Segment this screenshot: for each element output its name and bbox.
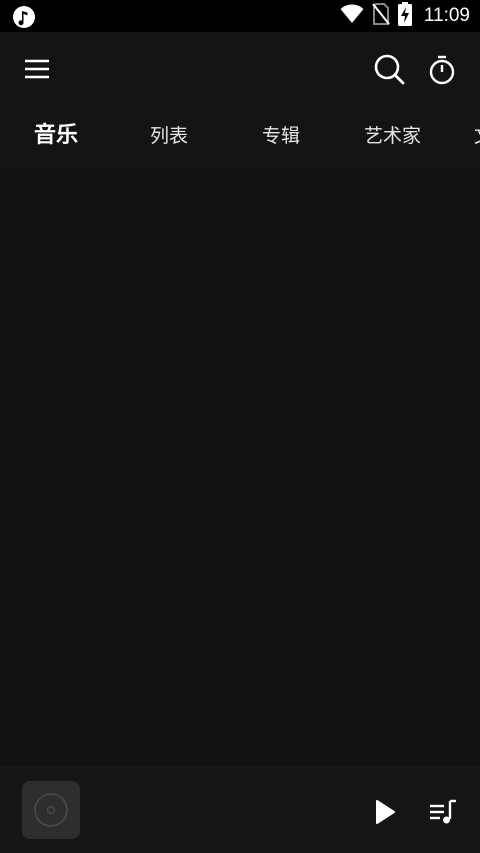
tab-albums[interactable]: 专辑 — [262, 108, 300, 168]
timer-icon[interactable] — [426, 53, 460, 87]
search-icon[interactable] — [372, 52, 406, 86]
top-app-bar — [0, 32, 480, 108]
music-note-icon — [13, 6, 35, 28]
album-art-icon[interactable] — [22, 781, 80, 839]
menu-icon[interactable] — [22, 54, 52, 84]
tab-playlists[interactable]: 列表 — [150, 108, 188, 168]
play-icon[interactable] — [370, 797, 400, 827]
no-sim-icon — [372, 3, 390, 29]
queue-icon[interactable] — [428, 797, 458, 827]
tab-music[interactable]: 音乐 — [34, 108, 78, 168]
category-tabs: 音乐 列表 专辑 艺术家 文 — [0, 108, 480, 168]
status-time: 11:09 — [423, 5, 470, 26]
tab-folders[interactable]: 文 — [474, 108, 480, 168]
battery-charging-icon — [397, 2, 412, 30]
status-bar: 11:09 — [0, 0, 480, 32]
content-area — [0, 168, 480, 766]
tab-artists[interactable]: 艺术家 — [364, 108, 421, 168]
mini-player[interactable] — [0, 766, 480, 853]
wifi-icon — [340, 4, 364, 28]
